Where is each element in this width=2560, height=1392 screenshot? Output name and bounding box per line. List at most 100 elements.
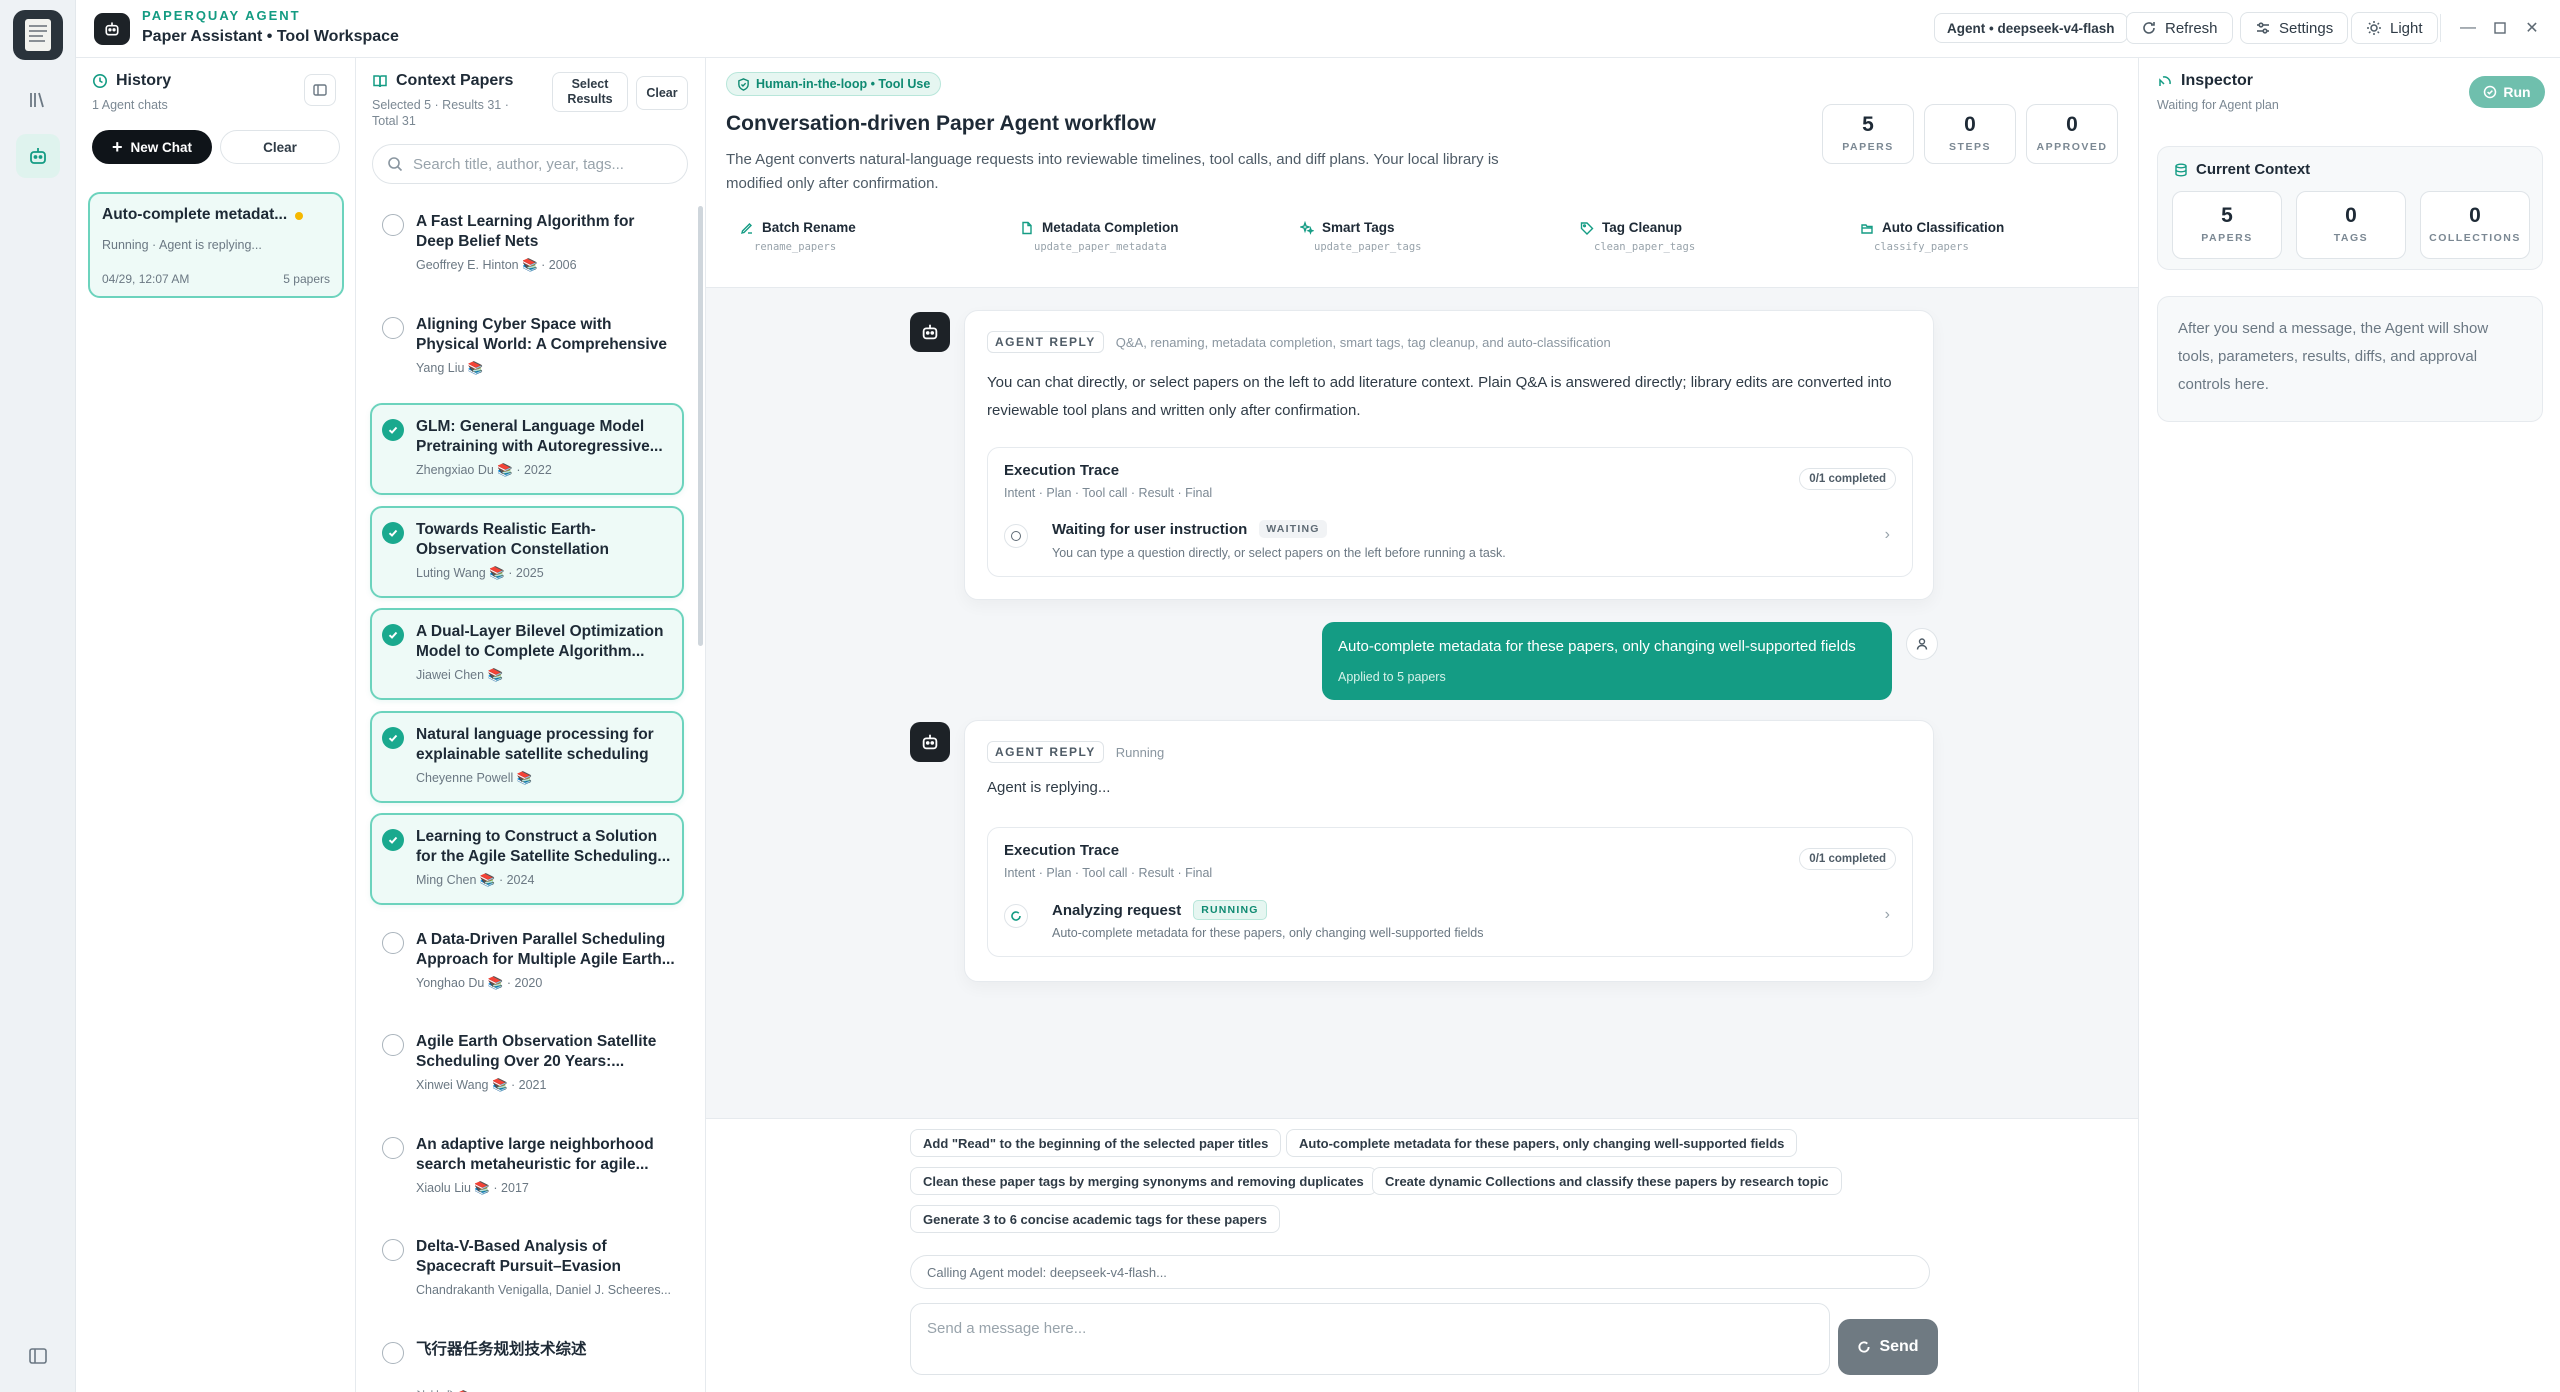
paper-search-input[interactable]: Search title, author, year, tags...: [372, 144, 688, 184]
collapse-history-button[interactable]: [304, 74, 336, 106]
spinner-icon: [1004, 904, 1028, 928]
checked-icon[interactable]: [382, 829, 404, 851]
checkbox[interactable]: [382, 1136, 404, 1159]
run-button[interactable]: Run: [2469, 76, 2545, 108]
step-status-badge: WAITING: [1259, 520, 1327, 538]
workspace-title: Conversation-driven Paper Agent workflow: [726, 112, 1156, 135]
tool-auto-classification[interactable]: Auto Classification classify_papers: [1860, 220, 2004, 253]
stat-papers-value: 5: [1862, 113, 1874, 136]
checked-icon[interactable]: [382, 726, 404, 749]
agent-reply-text: You can chat directly, or select papers …: [987, 374, 1892, 419]
clear-selection-button[interactable]: Clear: [636, 76, 688, 110]
message-input[interactable]: Send a message here...: [910, 1303, 1830, 1375]
agent-reply-tag: AGENT REPLY: [987, 741, 1104, 763]
checkbox[interactable]: [382, 1034, 404, 1056]
agent-reply-note: Running: [1115, 744, 1165, 760]
checked-icon[interactable]: [382, 521, 404, 544]
suggestion-chip[interactable]: Add "Read" to the beginning of the selec…: [910, 1129, 1282, 1157]
refresh-button[interactable]: Refresh: [2126, 12, 2233, 44]
suggestion-chip[interactable]: Clean these paper tags by merging synony…: [910, 1167, 1377, 1195]
tool-name: Tag Cleanup: [1602, 220, 1683, 235]
search-icon: [388, 157, 403, 172]
trace-step[interactable]: Waiting for user instruction WAITING: [1052, 520, 1327, 538]
send-button[interactable]: Send: [1838, 1319, 1938, 1375]
paper-item[interactable]: Towards Realistic Earth-Observation Cons…: [370, 505, 684, 598]
step-name: Analyzing request: [1052, 901, 1182, 919]
trace-progress-badge: 0/1 completed: [1799, 468, 1896, 490]
paper-title: An adaptive large neighborhood search me…: [416, 1135, 654, 1173]
select-results-button[interactable]: Select Results: [552, 72, 628, 112]
paper-title: A Data-Driven Parallel Scheduling Approa…: [416, 930, 675, 968]
agent-nav-icon[interactable]: [16, 134, 60, 178]
sun-icon: [2367, 21, 2381, 35]
current-context-title: Current Context: [2174, 161, 2310, 178]
history-title-text: History: [116, 72, 172, 89]
checked-icon[interactable]: [382, 419, 404, 441]
chevron-right-icon[interactable]: ›: [1885, 906, 1890, 924]
sidebar-toggle-icon[interactable]: [16, 1334, 60, 1378]
paper-item[interactable]: Delta-V-Based Analysis of Spacecraft Pur…: [370, 1223, 684, 1315]
running-dot-icon: [295, 212, 303, 220]
tool-smart-tags[interactable]: Smart Tags update_paper_tags: [1300, 220, 1421, 253]
trace-step[interactable]: Analyzing request RUNNING: [1052, 900, 1267, 920]
trace-subtitle: Intent · Plan · Tool call · Result · Fin…: [1004, 866, 1213, 880]
suggestion-chip[interactable]: Auto-complete metadata for these papers,…: [1286, 1129, 1798, 1157]
context-papers-panel: Context Papers Selected 5 · Results 31 ·…: [356, 58, 706, 1392]
settings-button[interactable]: Settings: [2240, 12, 2349, 44]
current-context-title-text: Current Context: [2196, 161, 2311, 178]
clock-icon: [93, 74, 107, 88]
library-icon[interactable]: [16, 78, 60, 122]
tool-batch-rename[interactable]: Batch Rename rename_papers: [740, 220, 856, 253]
chat-history-item[interactable]: Auto-complete metadat... Running · Agent…: [88, 192, 344, 298]
step-name: Waiting for user instruction: [1052, 520, 1248, 538]
new-chat-button[interactable]: + New Chat: [92, 130, 212, 164]
paper-meta: Yang Liu 📚: [416, 360, 484, 375]
paper-item[interactable]: GLM: General Language Model Pretraining …: [370, 403, 684, 495]
history-title: History: [92, 72, 171, 90]
app-logo[interactable]: [13, 10, 63, 60]
paper-item[interactable]: Agile Earth Observation Satellite Schedu…: [370, 1018, 684, 1110]
stat-papers: 5 PAPERS: [1822, 104, 1914, 164]
paper-title: A Fast Learning Algorithm for Deep Belie…: [416, 213, 635, 250]
checkbox[interactable]: [382, 1341, 404, 1364]
paper-item[interactable]: An adaptive large neighborhood search me…: [370, 1121, 684, 1213]
close-icon[interactable]: ✕: [2516, 12, 2548, 44]
context-tags-value: 0: [2345, 204, 2357, 227]
paper-item[interactable]: Learning to Construct a Solution for the…: [370, 813, 684, 905]
paper-item[interactable]: A Fast Learning Algorithm for Deep Belie…: [370, 198, 684, 290]
stat-approved-value: 0: [2066, 113, 2078, 136]
user-message-text: Auto-complete metadata for these papers,…: [1338, 638, 1856, 655]
theme-toggle-button[interactable]: Light: [2351, 12, 2438, 44]
model-badge[interactable]: Agent • deepseek-v4-flash: [1934, 13, 2128, 43]
suggestion-chip[interactable]: Create dynamic Collections and classify …: [1372, 1167, 1842, 1195]
paper-item[interactable]: Aligning Cyber Space with Physical World…: [370, 301, 684, 393]
tool-tag-cleanup[interactable]: Tag Cleanup clean_paper_tags: [1580, 220, 1695, 253]
mode-pill-text: Human-in-the-loop • Tool Use: [756, 77, 931, 91]
tool-name: Auto Classification: [1882, 220, 2005, 235]
chat-date: 04/29, 12:07 AM: [102, 272, 190, 286]
chevron-right-icon[interactable]: ›: [1885, 526, 1890, 544]
tool-name: Batch Rename: [762, 220, 856, 235]
paper-item[interactable]: Natural language processing for explaina…: [370, 710, 684, 803]
current-context-card: Current Context 5 PAPERS 0 TAGS 0 COLLECTIO…: [2157, 146, 2543, 270]
maximize-icon[interactable]: [2484, 12, 2516, 44]
paper-meta: Luting Wang 📚 · 2025: [416, 565, 544, 580]
paper-title: 飞行器任务规划技术综述: [416, 1340, 587, 1358]
paper-item[interactable]: A Data-Driven Parallel Scheduling Approa…: [370, 916, 684, 1008]
checkbox[interactable]: [382, 214, 404, 236]
checkbox[interactable]: [382, 316, 404, 339]
checkbox[interactable]: [382, 931, 404, 954]
app-kicker: PAPERQUAY AGENT: [142, 8, 301, 23]
suggestion-chip[interactable]: Generate 3 to 6 concise academic tags fo…: [910, 1205, 1280, 1233]
new-chat-label: New Chat: [130, 139, 193, 155]
paper-item[interactable]: 飞行器任务规划技术综述沈林成 📚 · 2014: [370, 1326, 684, 1392]
clear-history-button[interactable]: Clear: [220, 130, 340, 164]
minimize-icon[interactable]: —: [2452, 12, 2484, 44]
paper-list-scrollbar[interactable]: [698, 206, 703, 646]
paper-item[interactable]: A Dual-Layer Bilevel Optimization Model …: [370, 608, 684, 700]
checkbox[interactable]: [382, 1239, 404, 1261]
message-placeholder: Send a message here...: [927, 1320, 1087, 1337]
tool-metadata-completion[interactable]: Metadata Completion update_paper_metadat…: [1020, 220, 1179, 253]
stat-steps: 0 STEPS: [1924, 104, 2016, 164]
checked-icon[interactable]: [382, 624, 404, 646]
